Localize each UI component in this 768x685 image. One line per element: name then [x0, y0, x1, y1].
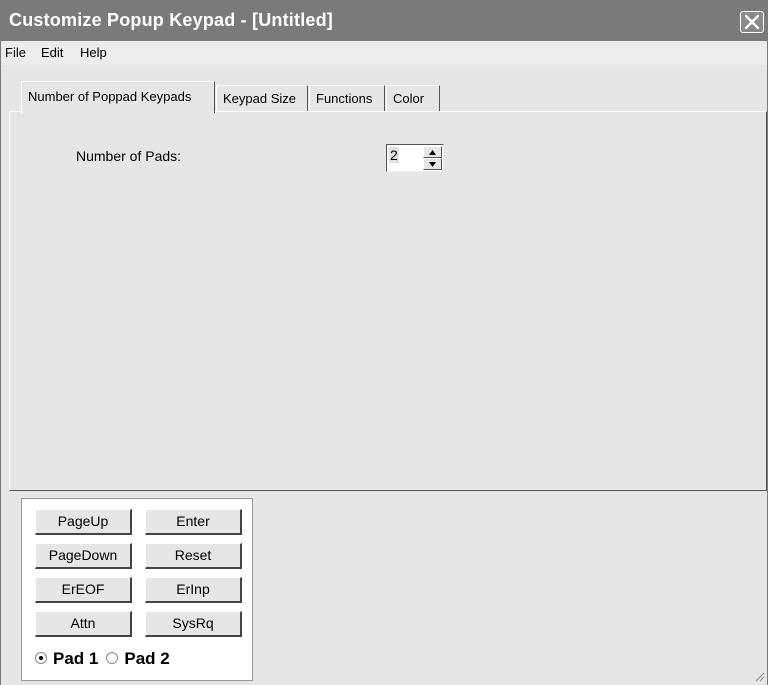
menu-help[interactable]: Help: [80, 45, 107, 60]
tab-functions[interactable]: Functions: [309, 85, 385, 111]
app-window: Customize Popup Keypad - [Untitled] File…: [0, 0, 768, 685]
number-of-pads-spinner[interactable]: 2: [386, 144, 444, 172]
arrow-up-icon: [429, 150, 436, 155]
spin-down-button[interactable]: [423, 158, 442, 170]
pad-1-label[interactable]: Pad 1: [53, 649, 98, 668]
close-button[interactable]: [740, 11, 764, 33]
spin-up-button[interactable]: [423, 146, 442, 158]
key-enter-button[interactable]: Enter: [145, 509, 242, 535]
key-pageup-button[interactable]: PageUp: [35, 509, 132, 535]
window-title: Customize Popup Keypad - [Untitled]: [9, 10, 333, 30]
key-ereof-button[interactable]: ErEOF: [35, 577, 132, 603]
spinner-buttons: [423, 146, 442, 170]
pad-2-label[interactable]: Pad 2: [124, 649, 169, 668]
key-sysrq-button[interactable]: SysRq: [145, 611, 242, 637]
key-pagedown-button[interactable]: PageDown: [35, 543, 132, 569]
title-bar[interactable]: Customize Popup Keypad - [Untitled]: [1, 1, 767, 41]
close-icon: [744, 14, 760, 30]
key-attn-button[interactable]: Attn: [35, 611, 132, 637]
tab-color[interactable]: Color: [386, 85, 440, 111]
tab-keypad-size[interactable]: Keypad Size: [216, 85, 308, 111]
resize-grip-icon[interactable]: [753, 670, 765, 682]
pad-selector: Pad 1 Pad 2: [35, 649, 178, 669]
tab-number-of-keypads[interactable]: Number of Poppad Keypads: [21, 81, 215, 113]
menu-bar: File Edit Help: [1, 41, 767, 65]
number-of-pads-value[interactable]: 2: [389, 147, 399, 163]
number-of-pads-label: Number of Pads:: [76, 148, 182, 164]
key-erinp-button[interactable]: ErInp: [145, 577, 242, 603]
arrow-down-icon: [429, 162, 436, 167]
pad-1-radio[interactable]: [35, 652, 47, 664]
menu-edit[interactable]: Edit: [41, 45, 63, 60]
menu-file[interactable]: File: [5, 45, 26, 60]
key-reset-button[interactable]: Reset: [145, 543, 242, 569]
pad-2-radio[interactable]: [106, 652, 119, 664]
